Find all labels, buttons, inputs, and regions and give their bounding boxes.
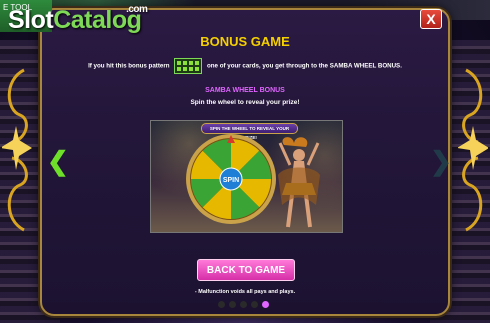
bonus-pattern-icon [174, 58, 203, 74]
back-to-game-button[interactable]: BACK TO GAME [197, 259, 295, 281]
slotcatalog-logo: SlotCatalog .com [8, 4, 148, 34]
next-page-arrow[interactable]: ❯ [430, 148, 452, 174]
page-dot[interactable] [229, 301, 236, 308]
page-dot[interactable] [251, 301, 258, 308]
page-dot[interactable] [262, 301, 269, 308]
intro-text: If you hit this bonus pattern one of you… [60, 58, 430, 74]
page-indicator [218, 301, 269, 308]
samba-wheel-description: Spin the wheel to reveal your prize! [190, 99, 300, 106]
samba-wheel-preview-image: SPIN THE WHEEL TO REVEAL YOUR PRIZE! SPI… [150, 120, 343, 233]
page-dot[interactable] [218, 301, 225, 308]
page-title: BONUS GAME [200, 34, 290, 49]
samba-wheel-graphic: SPIN [186, 134, 276, 224]
previous-page-arrow[interactable]: ❮ [47, 148, 69, 174]
disclaimer-text: - Malfunction voids all pays and plays. [194, 289, 296, 295]
close-button[interactable]: X [420, 9, 442, 29]
samba-dancer-image [278, 137, 320, 228]
wheel-center-label: SPIN [223, 177, 239, 184]
samba-wheel-subtitle: SAMBA WHEEL BONUS [205, 87, 285, 94]
page-dot[interactable] [240, 301, 247, 308]
